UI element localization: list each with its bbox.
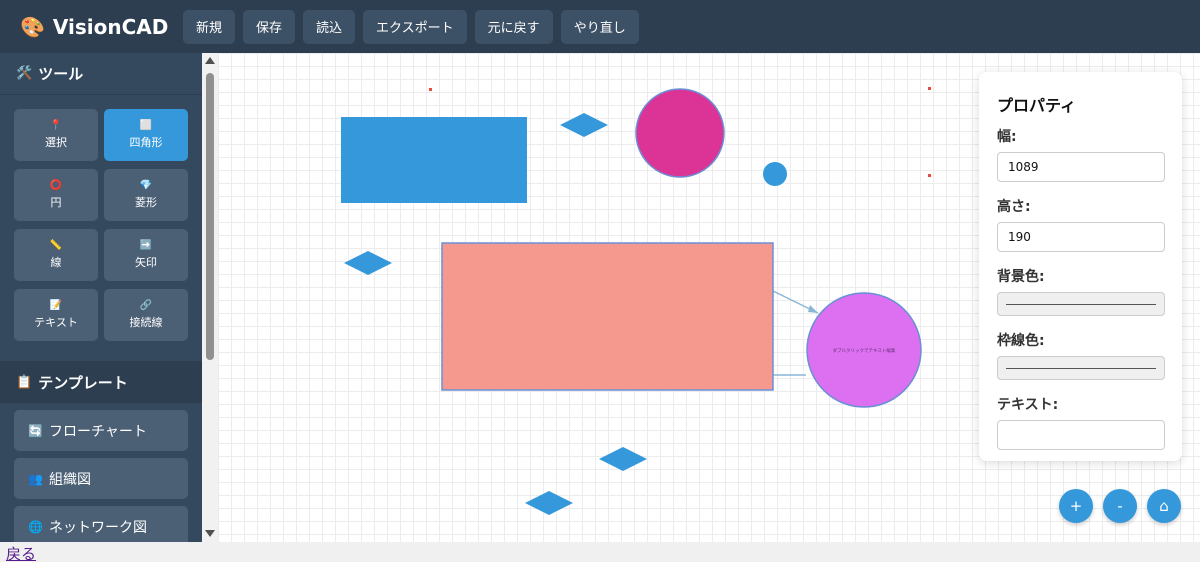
height-input[interactable]: 190 xyxy=(997,222,1165,252)
circle-text: ダブルクリックでテキスト編集 xyxy=(833,347,896,354)
template-label: フローチャート xyxy=(48,423,147,440)
arrow-head-icon xyxy=(808,305,818,313)
circle-icon: ⭕ xyxy=(49,180,63,191)
tool-arrow[interactable]: ➡️ 矢印 xyxy=(104,229,188,281)
cycle-icon: 🔄 xyxy=(28,423,43,438)
marker-dot xyxy=(429,88,432,91)
tool-label: 矢印 xyxy=(135,256,157,269)
shape-diamond[interactable] xyxy=(599,447,647,471)
tools-section-title: 🛠️ ツール xyxy=(0,53,202,95)
zoom-out-button[interactable]: - xyxy=(1103,489,1137,523)
save-button[interactable]: 保存 xyxy=(243,9,296,44)
properties-title: プロパティ xyxy=(997,96,1077,115)
tool-select[interactable]: 📍 選択 xyxy=(14,109,98,161)
bg-color-label: 背景色: xyxy=(997,269,1045,285)
width-input[interactable]: 1089 xyxy=(997,152,1165,182)
redo-button[interactable]: やり直し xyxy=(560,9,639,44)
memo-icon: 📝 xyxy=(49,300,63,311)
tool-label: 選択 xyxy=(45,136,67,149)
border-color-picker[interactable] xyxy=(997,356,1165,380)
templates-section-title: 📋 テンプレート xyxy=(0,361,202,403)
people-icon: 👥 xyxy=(28,471,43,486)
height-label: 高さ: xyxy=(997,199,1031,215)
app-logo: 🎨 VisionCAD xyxy=(20,15,183,39)
globe-icon: 🌐 xyxy=(28,519,43,534)
tool-label: 接続線 xyxy=(129,316,163,329)
load-button[interactable]: 読込 xyxy=(303,9,356,44)
undo-button[interactable]: 元に戻す xyxy=(474,9,553,44)
tool-label: 線 xyxy=(50,256,62,269)
ruler-icon: 📏 xyxy=(49,240,63,251)
tool-text[interactable]: 📝 テキスト xyxy=(14,289,98,341)
template-label: 組織図 xyxy=(48,471,91,488)
sidebar: 🛠️ ツール 📍 選択 ⬜ 四角形 ⭕ 円 💎 菱形 📏 線 ➡️ 矢印 📝 テキスト 🔗 接続… xyxy=(0,53,202,542)
zoom-in-button[interactable]: + xyxy=(1059,489,1093,523)
shape-diamond[interactable] xyxy=(560,113,608,137)
shape-circle-magenta[interactable] xyxy=(635,88,725,178)
diamond-icon: 💎 xyxy=(139,180,153,191)
home-icon[interactable]: ⌂ xyxy=(1147,489,1181,523)
square-icon: ⬜ xyxy=(139,120,153,131)
sidebar-scrollbar[interactable] xyxy=(202,53,218,542)
template-label: ネットワーク図 xyxy=(48,519,147,536)
tool-label: 四角形 xyxy=(129,136,163,149)
template-flowchart[interactable]: 🔄 フローチャート xyxy=(14,410,188,451)
text-label: テキスト: xyxy=(997,397,1059,413)
tool-grid: 📍 選択 ⬜ 四角形 ⭕ 円 💎 菱形 📏 線 ➡️ 矢印 📝 テキスト 🔗 接続線 xyxy=(0,95,202,355)
pin-icon: 📍 xyxy=(49,120,63,131)
tool-rectangle[interactable]: ⬜ 四角形 xyxy=(104,109,188,161)
bg-color-picker[interactable] xyxy=(997,292,1165,316)
tool-label: 菱形 xyxy=(135,196,157,209)
tool-label: テキスト xyxy=(34,316,78,329)
marker-dot xyxy=(928,87,931,90)
template-network[interactable]: 🌐 ネットワーク図 xyxy=(14,506,188,542)
scroll-down-arrow-icon[interactable] xyxy=(205,530,215,537)
shape-diamond[interactable] xyxy=(525,491,573,515)
app-title: VisionCAD xyxy=(52,14,169,39)
scroll-up-arrow-icon[interactable] xyxy=(205,57,215,64)
shape-diamond[interactable] xyxy=(344,251,392,275)
arrow-right-icon: ➡️ xyxy=(139,240,153,251)
marker-dot xyxy=(928,174,931,177)
clipboard-icon: 📋 xyxy=(16,374,33,390)
tool-line[interactable]: 📏 線 xyxy=(14,229,98,281)
app-header: 🎨 VisionCAD 新規 保存 読込 エクスポート 元に戻す やり直し xyxy=(0,0,1200,53)
new-button[interactable]: 新規 xyxy=(183,9,236,44)
back-link[interactable]: 戻る xyxy=(6,543,36,562)
properties-panel: プロパティ 幅: 1089 高さ: 190 背景色: 枠線色: テキスト: xyxy=(979,72,1182,461)
text-input[interactable] xyxy=(997,420,1165,450)
link-icon: 🔗 xyxy=(139,300,153,311)
tools-title: ツール xyxy=(38,65,84,83)
tool-circle[interactable]: ⭕ 円 xyxy=(14,169,98,221)
tools-icon: 🛠️ xyxy=(16,66,33,81)
shape-rectangle-salmon[interactable] xyxy=(441,242,774,391)
border-color-label: 枠線色: xyxy=(997,333,1045,349)
shape-rectangle-blue[interactable] xyxy=(341,117,527,203)
tool-label: 円 xyxy=(50,196,62,209)
tool-diamond[interactable]: 💎 菱形 xyxy=(104,169,188,221)
shape-circle-small[interactable] xyxy=(763,162,787,186)
palette-icon: 🎨 xyxy=(20,14,45,39)
footer: 戻る xyxy=(0,542,1200,562)
export-button[interactable]: エクスポート xyxy=(363,9,467,44)
template-orgchart[interactable]: 👥 組織図 xyxy=(14,458,188,499)
templates-title: テンプレート xyxy=(38,373,128,392)
tool-connector[interactable]: 🔗 接続線 xyxy=(104,289,188,341)
width-label: 幅: xyxy=(997,129,1017,145)
scrollbar-thumb[interactable] xyxy=(206,73,214,360)
